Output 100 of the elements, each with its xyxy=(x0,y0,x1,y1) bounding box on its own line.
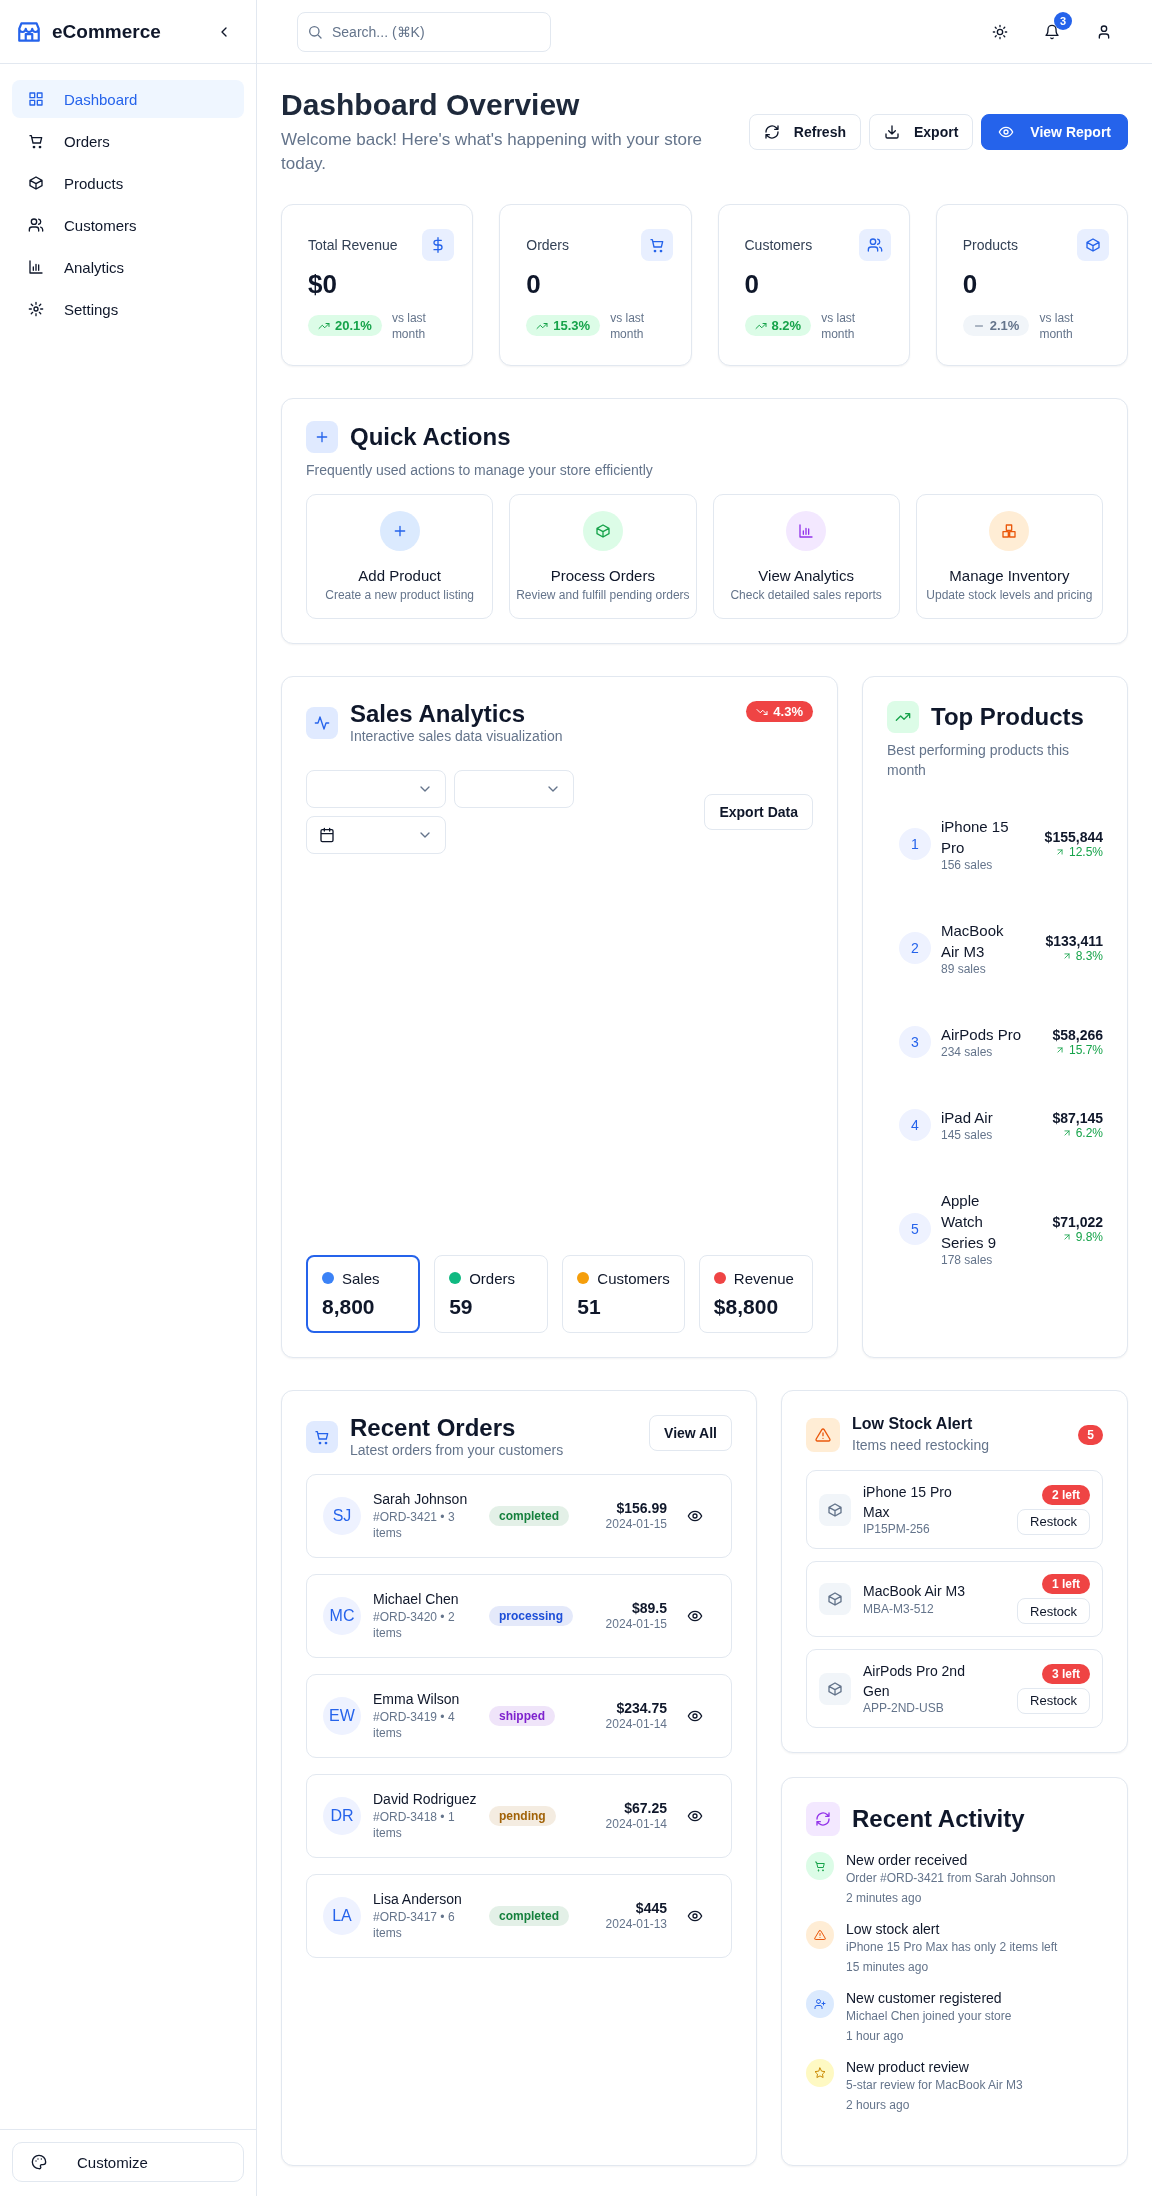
section-subtitle: Latest orders from your customers xyxy=(350,1441,564,1459)
order-amount: $67.25 xyxy=(624,1800,667,1817)
arrow-up-right-icon xyxy=(1061,1127,1072,1138)
view-all-button[interactable]: View All xyxy=(649,1415,732,1452)
bar-chart-icon xyxy=(28,259,44,275)
order-amount: $89.5 xyxy=(631,1600,667,1617)
quick-action-button[interactable]: Add Product Create a new product listing xyxy=(306,494,494,620)
cart-icon xyxy=(648,236,665,253)
order-meta: #ORD-3419 • 4 items xyxy=(373,1709,456,1742)
order-meta: #ORD-3420 • 2 items xyxy=(373,1609,456,1642)
order-date: 2024-01-13 xyxy=(604,1916,667,1933)
export-data-button[interactable]: Export Data xyxy=(704,794,813,831)
product-sales: 145 sales xyxy=(941,1128,994,1143)
customer-name: Sarah Johnson xyxy=(373,1491,469,1508)
section-title: Sales Analytics xyxy=(350,701,527,728)
rank-badge: 3 xyxy=(899,1025,931,1058)
customize-button[interactable]: Customize xyxy=(12,2142,244,2182)
stat-caption: vs last month xyxy=(610,309,646,342)
product-growth: 15.7% xyxy=(1054,1042,1103,1057)
stat-label: Total Revenue xyxy=(308,236,398,253)
order-amount: $156.99 xyxy=(616,1500,667,1517)
section-title: Top Products xyxy=(931,703,1084,732)
order-meta: #ORD-3421 • 3 items xyxy=(373,1509,456,1542)
product-name: iPhone 15 Pro Max xyxy=(863,1483,953,1522)
nav-item[interactable]: Analytics xyxy=(12,248,244,286)
stat-caption: vs last month xyxy=(391,309,427,342)
rank-badge: 4 xyxy=(899,1108,931,1141)
avatar-initials: DR xyxy=(323,1797,361,1836)
arrow-up-right-icon xyxy=(1061,951,1072,962)
customer-name: Lisa Anderson xyxy=(373,1891,463,1908)
product-name: iPad Air xyxy=(941,1108,994,1129)
nav-item[interactable]: Products xyxy=(12,164,244,202)
product-revenue: $155,844 xyxy=(1044,829,1103,846)
arrow-up-right-icon xyxy=(1054,1044,1065,1055)
activity-title: Low stock alert xyxy=(846,1921,941,1938)
section-subtitle: Interactive sales data visualization xyxy=(350,727,563,745)
bell-icon xyxy=(1044,23,1060,40)
box-icon xyxy=(594,523,611,540)
users-icon xyxy=(866,236,883,253)
nav-item[interactable]: Dashboard xyxy=(12,80,244,118)
box-icon xyxy=(827,1680,843,1697)
stock-left-badge: 1 left xyxy=(1042,1574,1090,1595)
notification-count: 3 xyxy=(1054,11,1072,30)
change-pill: 20.1% xyxy=(308,315,382,337)
product-revenue: $87,145 xyxy=(1052,1109,1103,1126)
restock-button[interactable]: Restock xyxy=(1017,1687,1090,1714)
restock-button[interactable]: Restock xyxy=(1017,1598,1090,1625)
status-badge: completed xyxy=(489,1906,569,1927)
stat-label: Products xyxy=(962,236,1018,253)
search-field[interactable]: Search... (⌘K) xyxy=(297,11,551,52)
stock-left-badge: 2 left xyxy=(1042,1484,1090,1505)
activity-time: 15 minutes ago xyxy=(846,1960,930,1975)
avatar-initials: LA xyxy=(323,1897,361,1936)
metric-tab[interactable]: Revenue $8,800 xyxy=(698,1255,813,1334)
box-icon xyxy=(28,175,44,191)
cart-icon xyxy=(28,133,44,149)
nav-item[interactable]: Settings xyxy=(12,290,244,328)
toolbar-button[interactable]: Refresh xyxy=(748,113,861,150)
activity-description: Michael Chen joined your store xyxy=(846,2009,1012,2024)
palette-icon xyxy=(31,2154,47,2170)
quick-action-button[interactable]: View Analytics Check detailed sales reports xyxy=(712,494,900,620)
activity-time: 2 hours ago xyxy=(846,2098,911,2113)
download-icon xyxy=(884,123,900,140)
nav-item[interactable]: Orders xyxy=(12,122,244,160)
rank-badge: 5 xyxy=(899,1212,931,1245)
avatar-initials: MC xyxy=(323,1597,361,1636)
customer-name: Emma Wilson xyxy=(373,1691,461,1708)
product-name: MacBook Air M3 xyxy=(863,1582,966,1602)
metric-tab[interactable]: Orders 59 xyxy=(434,1255,549,1334)
stock-left-badge: 3 left xyxy=(1042,1663,1090,1684)
dropdown-field[interactable] xyxy=(454,770,574,809)
dropdown-field[interactable] xyxy=(306,770,446,809)
product-sku: IP15PM-256 xyxy=(863,1522,931,1537)
metric-tab[interactable]: Customers 51 xyxy=(562,1255,685,1334)
product-growth: 6.2% xyxy=(1061,1125,1103,1140)
activity-title: New product review xyxy=(846,2059,970,2076)
section-title: Quick Actions xyxy=(350,422,511,451)
quick-action-button[interactable]: Manage Inventory Update stock levels and pricing xyxy=(915,494,1103,620)
box-icon xyxy=(827,1501,843,1518)
stat-label: Customers xyxy=(744,236,813,253)
cart-icon xyxy=(814,1860,826,1873)
page-title: Dashboard Overview xyxy=(281,88,581,122)
nav-item[interactable]: Customers xyxy=(12,206,244,244)
product-sales: 156 sales xyxy=(941,858,994,873)
activity-title: New customer registered xyxy=(846,1990,1003,2007)
change-pill: 8.2% xyxy=(744,315,812,337)
status-badge: shipped xyxy=(489,1706,555,1727)
toolbar-button[interactable]: Export xyxy=(869,113,974,150)
quick-action-button[interactable]: Process Orders Review and fulfill pending orders xyxy=(509,494,697,620)
toolbar-button[interactable]: View Report xyxy=(981,113,1128,150)
stat-value: $0 xyxy=(308,268,338,300)
activity-description: 5-star review for MacBook Air M3 xyxy=(846,2078,1023,2093)
dropdown-field[interactable] xyxy=(306,816,446,855)
order-amount: $445 xyxy=(635,1900,667,1917)
restock-button[interactable]: Restock xyxy=(1017,1508,1090,1535)
cart-icon xyxy=(314,1428,330,1445)
order-meta: #ORD-3418 • 1 items xyxy=(373,1809,456,1842)
user-icon xyxy=(1096,23,1112,40)
order-date: 2024-01-14 xyxy=(604,1716,667,1733)
metric-tab[interactable]: Sales 8,800 xyxy=(306,1255,421,1334)
